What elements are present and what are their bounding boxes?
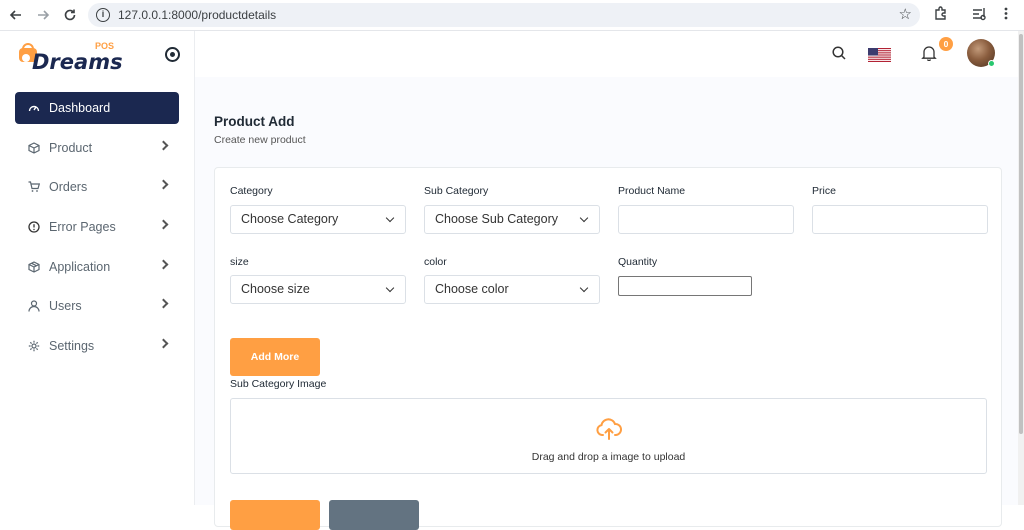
image-upload-dropzone[interactable]: Drag and drop a image to upload: [230, 398, 987, 474]
quantity-label: Quantity: [618, 256, 658, 268]
cart-icon: [27, 180, 41, 194]
gear-icon: [27, 339, 41, 353]
sidebar-item-settings[interactable]: Settings: [15, 330, 179, 362]
dashboard-icon: [27, 101, 41, 115]
chevron-right-icon: [158, 298, 169, 309]
media-icon[interactable]: [972, 6, 988, 24]
sidebar-item-label: Orders: [49, 180, 88, 194]
sidebar-toggle-icon[interactable]: [165, 47, 180, 62]
alert-circle-icon: [27, 220, 41, 234]
notification-bell-icon[interactable]: [921, 45, 937, 62]
sidebar-item-label: Application: [49, 260, 111, 274]
chevron-right-icon: [158, 179, 169, 190]
sidebar-item-label: Product: [49, 141, 93, 155]
sidebar-item-label: Users: [49, 299, 82, 313]
quantity-input[interactable]: [618, 276, 752, 296]
color-label: color: [424, 256, 447, 268]
url-text: 127.0.0.1:8000/productdetails: [118, 8, 277, 22]
box-icon: [27, 141, 41, 155]
dreams-pos-logo[interactable]: Dreams POS: [16, 39, 126, 74]
chevron-down-icon: [385, 283, 395, 293]
sidebar: Dreams POS Dashboard Product Orders Erro…: [0, 31, 195, 505]
sidebar-item-dashboard[interactable]: Dashboard: [15, 92, 179, 124]
bookmark-star-icon[interactable]: ☆: [899, 5, 912, 23]
user-icon: [27, 299, 41, 313]
sidebar-item-label: Error Pages: [49, 220, 116, 234]
sidebar-item-users[interactable]: Users: [15, 290, 179, 322]
sidebar-item-error-pages[interactable]: Error Pages: [15, 211, 179, 243]
page-subtitle: Create new product: [214, 134, 306, 146]
package-icon: [27, 260, 41, 274]
subcategory-image-label: Sub Category Image: [230, 378, 327, 390]
size-select[interactable]: Choose size: [230, 275, 406, 304]
category-select[interactable]: Choose Category: [230, 205, 406, 234]
sidebar-item-label: Dashboard: [49, 101, 111, 115]
color-select[interactable]: Choose color: [424, 275, 600, 304]
reload-icon[interactable]: [61, 6, 79, 24]
sidebar-item-product[interactable]: Product: [15, 132, 179, 164]
chevron-right-icon: [158, 338, 169, 349]
category-label: Category: [230, 185, 273, 197]
product-name-input[interactable]: [618, 205, 794, 234]
top-header: 0: [195, 31, 1024, 77]
page-scrollbar-thumb[interactable]: [1019, 34, 1023, 434]
cloud-upload-icon: [596, 418, 622, 440]
upload-instructions: Drag and drop a image to upload: [531, 451, 686, 463]
back-arrow-icon[interactable]: [7, 6, 25, 24]
subcategory-label: Sub Category: [424, 185, 489, 197]
product-form-card: Category Choose Category Sub Category Ch…: [214, 167, 1002, 530]
price-label: Price: [812, 185, 836, 197]
product-name-label: Product Name: [618, 185, 686, 197]
more-menu-icon[interactable]: [1004, 6, 1008, 24]
sidebar-item-orders[interactable]: Orders: [15, 171, 179, 203]
notification-count-badge: 0: [939, 37, 953, 51]
chevron-right-icon: [158, 219, 169, 230]
forward-arrow-icon[interactable]: [34, 6, 52, 24]
chevron-down-icon: [579, 213, 589, 223]
sidebar-item-label: Settings: [49, 339, 95, 353]
subcategory-select[interactable]: Choose Sub Category: [424, 205, 600, 234]
page-title: Product Add: [214, 114, 295, 129]
address-bar[interactable]: i 127.0.0.1:8000/productdetails ☆: [88, 3, 920, 27]
chevron-down-icon: [385, 213, 395, 223]
chevron-right-icon: [158, 140, 169, 151]
chevron-down-icon: [579, 283, 589, 293]
size-label: size: [230, 256, 249, 268]
svg-text:Dreams: Dreams: [32, 50, 123, 73]
color-select-value: Choose color: [435, 282, 509, 296]
subcategory-select-value: Choose Sub Category: [435, 212, 558, 226]
logo-pos-tag: POS: [95, 41, 115, 51]
add-more-button[interactable]: Add More: [230, 338, 320, 376]
category-select-value: Choose Category: [241, 212, 339, 226]
main-content: Product Add Create new product Category …: [195, 77, 1024, 530]
us-flag-icon[interactable]: [868, 48, 891, 62]
search-icon[interactable]: [832, 46, 846, 60]
site-info-icon[interactable]: i: [96, 8, 110, 22]
sidebar-item-application[interactable]: Application: [15, 251, 179, 283]
online-status-dot: [988, 60, 995, 67]
chevron-right-icon: [158, 259, 169, 270]
browser-chrome: i 127.0.0.1:8000/productdetails ☆: [0, 0, 1024, 31]
extensions-icon[interactable]: [933, 6, 948, 24]
price-input[interactable]: [812, 205, 988, 234]
size-select-value: Choose size: [241, 282, 310, 296]
